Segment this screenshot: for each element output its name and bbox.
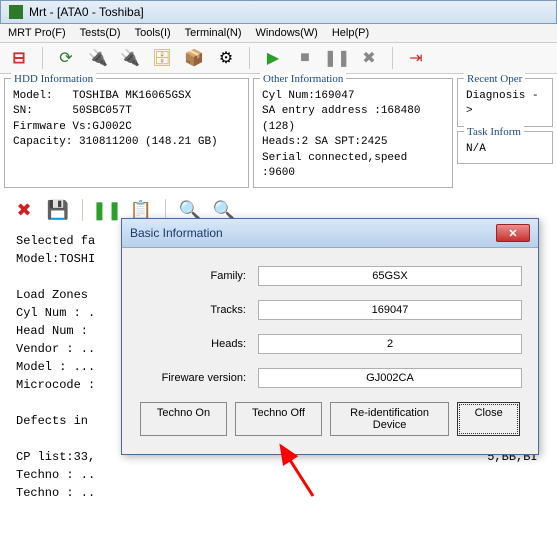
console-line: Techno : .. <box>16 484 541 502</box>
label: Capacity: <box>13 136 72 148</box>
basic-info-dialog: Basic Information ✕ Family: 65GSX Tracks… <box>121 218 539 455</box>
pause-icon[interactable]: ❚❚ <box>326 47 348 69</box>
value: 310811200 (148.21 GB) <box>79 136 218 148</box>
package-icon[interactable]: 📦 <box>183 47 205 69</box>
close-button[interactable]: Close <box>457 402 520 436</box>
value: Heads:2 SA SPT:2425 <box>262 135 444 150</box>
separator <box>42 47 43 69</box>
separator <box>392 47 393 69</box>
main-toolbar: ⊟ ⟳ 🔌 🔌 🗄 📦 ⚙ ▶ ■ ❚❚ ✖ ⇥ <box>0 43 557 74</box>
hdd-info-panel: HDD Information Model: TOSHIBA MK16065GS… <box>4 78 249 188</box>
dialog-title: Basic Information <box>130 226 223 240</box>
play-icon[interactable]: ▶ <box>262 47 284 69</box>
window-title: Mrt - [ATA0 - Toshiba] <box>29 5 144 19</box>
menu-help[interactable]: Help(P) <box>332 27 369 39</box>
exit-icon[interactable]: ⇥ <box>405 47 427 69</box>
server-icon[interactable]: 🗄 <box>151 47 173 69</box>
label: Firmware Vs: <box>13 121 92 133</box>
family-field[interactable]: 65GSX <box>258 266 522 286</box>
techno-on-button[interactable]: Techno On <box>140 402 227 436</box>
value: N/A <box>466 142 544 157</box>
label: Model: <box>13 90 53 102</box>
label: SN: <box>13 105 33 117</box>
bracket-icon[interactable]: ⊟ <box>8 47 30 69</box>
save-icon[interactable]: 💾 <box>46 198 70 222</box>
value: SA entry address :168480 (128) <box>262 104 444 135</box>
recent-legend: Recent Oper <box>464 72 525 87</box>
heads-field[interactable]: 2 <box>258 334 522 354</box>
window-titlebar: Mrt - [ATA0 - Toshiba] <box>0 0 557 24</box>
other-legend: Other Information <box>260 72 346 87</box>
tracks-field[interactable]: 169047 <box>258 300 522 320</box>
info-panels: HDD Information Model: TOSHIBA MK16065GS… <box>0 74 557 192</box>
menu-mrtpro[interactable]: MRT Pro(F) <box>8 27 66 39</box>
value: GJ002C <box>92 121 132 133</box>
menubar: MRT Pro(F) Tests(D) Tools(I) Terminal(N)… <box>0 24 557 43</box>
task-panel: Task Inform N/A <box>457 131 553 164</box>
family-label: Family: <box>138 270 258 282</box>
value: Diagnosis -> <box>466 89 544 120</box>
hdd-legend: HDD Information <box>11 72 96 87</box>
task-legend: Task Inform <box>464 125 524 140</box>
gear-icon[interactable]: ⚙ <box>215 47 237 69</box>
app-icon <box>9 5 23 19</box>
menu-tools[interactable]: Tools(I) <box>135 27 171 39</box>
separator <box>249 47 250 69</box>
right-panels: Recent Oper Diagnosis -> Task Inform N/A <box>457 78 553 188</box>
menu-tests[interactable]: Tests(D) <box>80 27 121 39</box>
value: TOSHIBA MK16065GSX <box>72 90 191 102</box>
cancel-icon[interactable]: ✖ <box>358 47 380 69</box>
refresh-icon[interactable]: ⟳ <box>55 47 77 69</box>
value: 50SBC057T <box>72 105 131 117</box>
reidentification-button[interactable]: Re-identification Device <box>330 402 449 436</box>
menu-windows[interactable]: Windows(W) <box>256 27 318 39</box>
separator <box>82 199 83 221</box>
techno-off-button[interactable]: Techno Off <box>235 402 322 436</box>
delete-icon[interactable]: ✖ <box>12 198 36 222</box>
dialog-body: Family: 65GSX Tracks: 169047 Heads: 2 Fi… <box>122 248 538 454</box>
connect-icon[interactable]: 🔌 <box>87 47 109 69</box>
close-icon[interactable]: ✕ <box>496 224 530 242</box>
firmware-label: Fireware version: <box>138 372 258 384</box>
pause2-icon[interactable]: ❚❚ <box>95 198 119 222</box>
firmware-field[interactable]: GJ002CA <box>258 368 522 388</box>
recent-panel: Recent Oper Diagnosis -> <box>457 78 553 127</box>
menu-terminal[interactable]: Terminal(N) <box>185 27 242 39</box>
other-info-panel: Other Information Cyl Num:169047 SA entr… <box>253 78 453 188</box>
stop-icon[interactable]: ■ <box>294 47 316 69</box>
console-line: Techno : .. <box>16 466 541 484</box>
heads-label: Heads: <box>138 338 258 350</box>
dialog-titlebar[interactable]: Basic Information ✕ <box>122 219 538 248</box>
tracks-label: Tracks: <box>138 304 258 316</box>
value: Cyl Num:169047 <box>262 89 444 104</box>
value: Serial connected,speed :9600 <box>262 151 444 182</box>
disconnect-icon[interactable]: 🔌 <box>119 47 141 69</box>
